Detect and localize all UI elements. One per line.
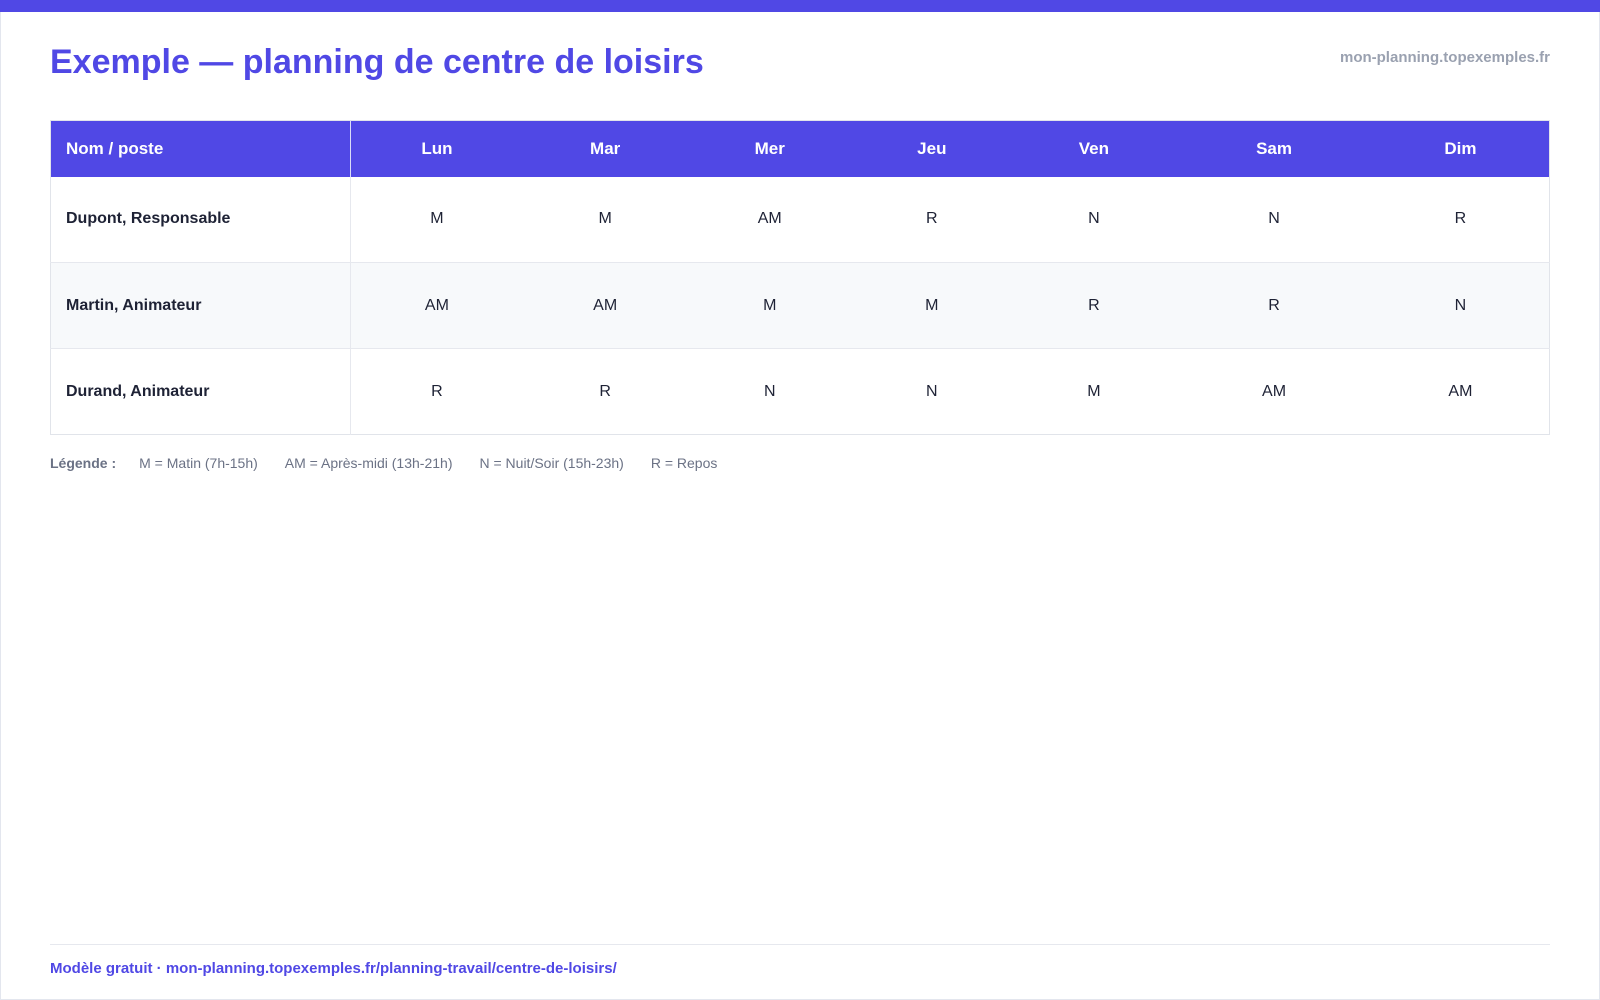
table-row: Martin, Animateur AM AM M M R R N [50, 262, 1550, 349]
column-header-mar: Mar [522, 120, 688, 177]
shift-cell: AM [350, 262, 523, 349]
shift-cell: AM [757, 210, 782, 228]
legend-title: Légende : [50, 455, 117, 471]
footer-divider [50, 944, 1550, 945]
employee-name: Martin, Animateur [50, 262, 351, 349]
legend-item-afternoon: AM = Après-midi (13h-21h) [284, 455, 453, 471]
shift-cell: R [1176, 262, 1372, 349]
column-header-jeu: Jeu [852, 120, 1012, 177]
shift-cell: N [1371, 262, 1550, 349]
legend-item-morning: M = Matin (7h-15h) [139, 455, 258, 471]
legend-item-night: N = Nuit/Soir (15h-23h) [479, 455, 624, 471]
page-title: Exemple — planning de centre de loisirs [50, 43, 704, 81]
footer-link[interactable]: Modèle gratuit · mon-planning.topexemple… [50, 960, 617, 977]
column-header-mer: Mer [687, 120, 853, 177]
column-header-ven: Ven [1011, 120, 1177, 177]
legend-item-rest: R = Repos [650, 455, 718, 471]
shift-cell: R [350, 348, 523, 435]
table-row: Durand, Animateur R R N N M AM AM [50, 348, 1550, 435]
employee-name: Dupont, Responsable [50, 176, 351, 263]
shift-cell: AM [1371, 348, 1550, 435]
shift-cell: M [598, 210, 612, 228]
shift-cell: R [926, 210, 938, 228]
employee-name: Durand, Animateur [50, 348, 351, 435]
shift-cell: M [430, 210, 444, 228]
header: Exemple — planning de centre de loisirs … [50, 40, 1550, 84]
shift-cell: R [522, 348, 688, 435]
schedule-table: Nom / poste Lun Mar Mer Jeu Ven Sam Dim … [50, 120, 1550, 435]
shift-cell: R [1011, 262, 1177, 349]
column-header-name: Nom / poste [50, 120, 351, 177]
top-accent-bar [0, 0, 1600, 12]
column-header-sam: Sam [1176, 120, 1372, 177]
shift-cell: M [1011, 348, 1177, 435]
shift-cell: AM [1176, 348, 1372, 435]
legend: Légende : M = Matin (7h-15h) AM = Après-… [50, 454, 717, 472]
shift-cell: N [852, 348, 1012, 435]
shift-cell: M [687, 262, 853, 349]
shift-cell: N [687, 348, 853, 435]
shift-cell: N [1268, 210, 1280, 228]
shift-cell: M [852, 262, 1012, 349]
table-header-row: Nom / poste Lun Mar Mer Jeu Ven Sam Dim [50, 120, 1550, 177]
shift-cell: AM [522, 262, 688, 349]
table-row: Dupont, Responsable M M AM R N N R [50, 176, 1550, 263]
site-label: mon-planning.topexemples.fr [1339, 49, 1550, 66]
column-header-dim: Dim [1371, 120, 1550, 177]
column-header-lun: Lun [350, 120, 523, 177]
shift-cell: R [1454, 210, 1467, 228]
shift-cell: N [1088, 210, 1100, 228]
